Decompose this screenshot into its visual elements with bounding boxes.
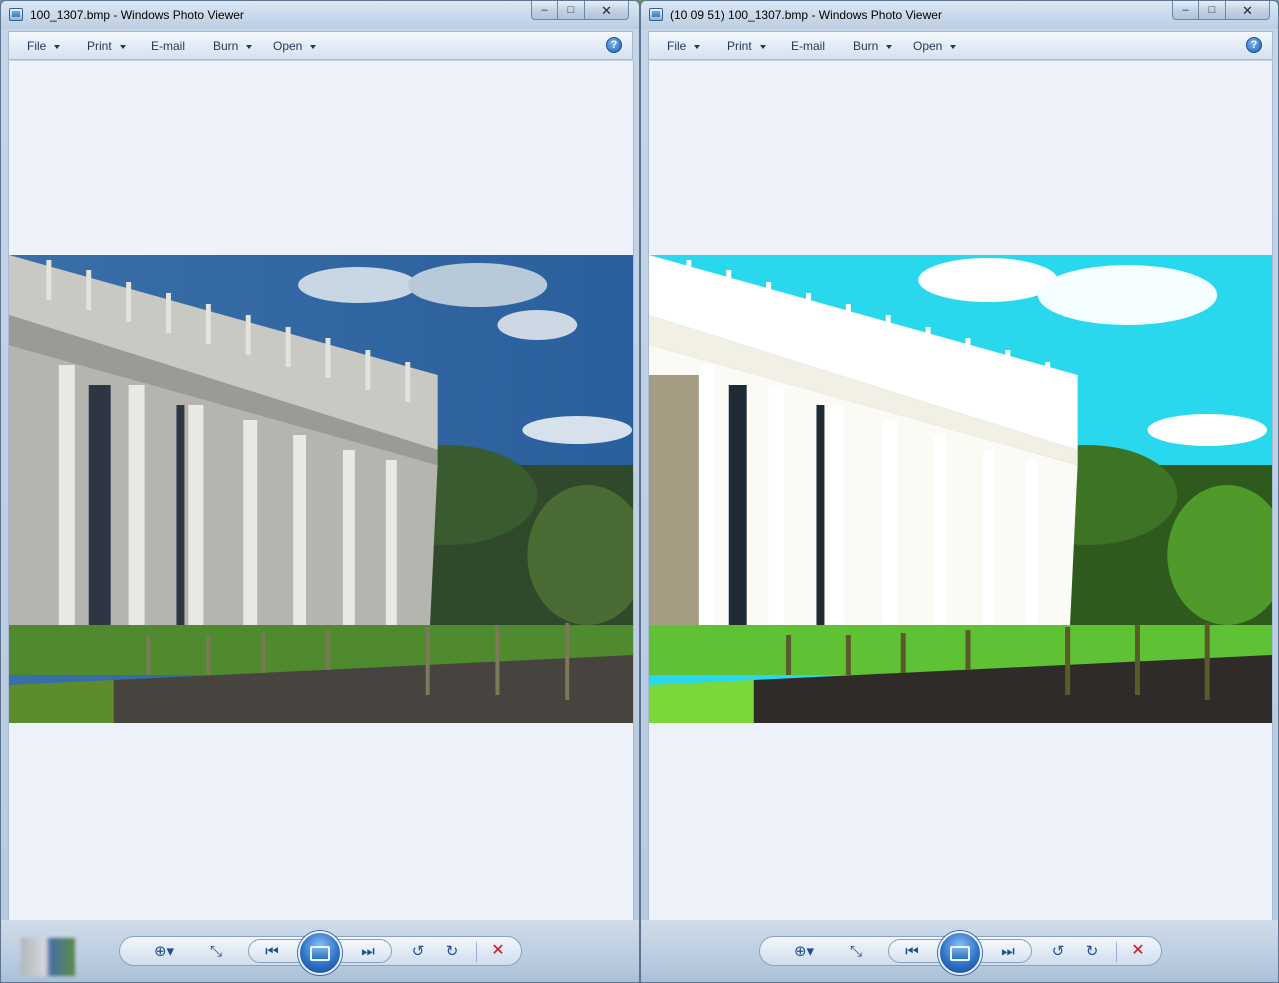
minimize-button[interactable]: – [1172, 1, 1199, 20]
image-viewport[interactable] [648, 61, 1273, 920]
title-bar[interactable]: (10 09 51) 100_1307.bmp - Windows Photo … [641, 1, 1278, 29]
menu-file-label: File [27, 39, 47, 53]
menu-burn-label: Burn [853, 39, 879, 53]
menu-bar: File Print E-mail Burn Open ? [8, 31, 633, 60]
menu-open[interactable]: Open [273, 39, 317, 53]
photo-viewer-window-left: 100_1307.bmp - Windows Photo Viewer – □ … [0, 0, 640, 983]
menu-file[interactable]: File [27, 39, 61, 53]
displayed-photo [649, 255, 1272, 723]
rotate-counterclockwise-icon[interactable]: ↺ [1046, 939, 1070, 963]
file-thumbnail [21, 938, 75, 976]
building-photo-icon [649, 255, 1272, 723]
slideshow-icon [310, 945, 330, 961]
caption-buttons: – □ ✕ [531, 1, 629, 20]
playback-controls: ⊕▾ ⤡ ⏮ ⏭ ↺ ↻ ✕ [759, 931, 1162, 975]
close-button[interactable]: ✕ [585, 1, 629, 20]
title-bar[interactable]: 100_1307.bmp - Windows Photo Viewer – □ … [1, 1, 639, 29]
bottom-toolbar: ⊕▾ ⤡ ⏮ ⏭ ↺ ↻ ✕ [641, 920, 1278, 982]
menu-email[interactable]: E-mail [151, 39, 185, 53]
menu-print[interactable]: Print [727, 39, 766, 53]
menu-bar: File Print E-mail Burn Open ? [648, 31, 1273, 60]
caption-buttons: – □ ✕ [1172, 1, 1270, 20]
rotate-clockwise-icon[interactable]: ↻ [440, 939, 464, 963]
zoom-icon[interactable]: ⊕▾ [146, 939, 182, 963]
menu-email-label: E-mail [151, 39, 186, 53]
slideshow-icon [950, 945, 970, 961]
dropdown-arrow-icon [310, 44, 317, 49]
dropdown-arrow-icon [694, 44, 701, 49]
menu-open-label: Open [913, 39, 943, 53]
photo-viewer-app-icon [9, 8, 23, 21]
slideshow-button[interactable] [938, 931, 982, 975]
toolbar-separator [476, 942, 477, 962]
actual-size-icon[interactable]: ⤡ [204, 939, 228, 963]
previous-icon[interactable]: ⏮ [260, 939, 284, 963]
menu-burn[interactable]: Burn [853, 39, 893, 53]
rotate-counterclockwise-icon[interactable]: ↺ [406, 939, 430, 963]
slideshow-button[interactable] [298, 931, 342, 975]
menu-open-label: Open [273, 39, 303, 53]
zoom-icon[interactable]: ⊕▾ [786, 939, 822, 963]
window-title: (10 09 51) 100_1307.bmp - Windows Photo … [670, 8, 942, 22]
menu-file[interactable]: File [667, 39, 701, 53]
photo-viewer-app-icon [649, 8, 663, 21]
menu-file-label: File [667, 39, 687, 53]
rotate-clockwise-icon[interactable]: ↻ [1080, 939, 1104, 963]
photo-viewer-window-right: (10 09 51) 100_1307.bmp - Windows Photo … [640, 0, 1279, 983]
actual-size-icon[interactable]: ⤡ [844, 939, 868, 963]
menu-print-label: Print [87, 39, 112, 53]
image-viewport[interactable] [8, 61, 634, 920]
dropdown-arrow-icon [246, 44, 253, 49]
dropdown-arrow-icon [119, 44, 126, 49]
maximize-button[interactable]: □ [1199, 1, 1226, 20]
help-icon[interactable]: ? [1246, 37, 1262, 53]
building-photo-icon [9, 255, 633, 723]
dropdown-arrow-icon [950, 44, 957, 49]
playback-controls: ⊕▾ ⤡ ⏮ ⏭ ↺ ↻ ✕ [119, 931, 522, 975]
dropdown-arrow-icon [759, 44, 766, 49]
minimize-button[interactable]: – [531, 1, 558, 20]
menu-open[interactable]: Open [913, 39, 957, 53]
menu-print-label: Print [727, 39, 752, 53]
bottom-toolbar: ⊕▾ ⤡ ⏮ ⏭ ↺ ↻ ✕ [1, 920, 639, 982]
toolbar-separator [1116, 942, 1117, 962]
next-icon[interactable]: ⏭ [996, 939, 1020, 963]
dropdown-arrow-icon [886, 44, 893, 49]
maximize-button[interactable]: □ [558, 1, 585, 20]
displayed-photo [9, 255, 633, 723]
menu-burn-label: Burn [213, 39, 239, 53]
menu-burn[interactable]: Burn [213, 39, 253, 53]
menu-print[interactable]: Print [87, 39, 126, 53]
help-icon[interactable]: ? [606, 37, 622, 53]
dropdown-arrow-icon [54, 44, 61, 49]
menu-email[interactable]: E-mail [791, 39, 825, 53]
menu-email-label: E-mail [791, 39, 826, 53]
next-icon[interactable]: ⏭ [356, 939, 380, 963]
previous-icon[interactable]: ⏮ [900, 939, 924, 963]
close-button[interactable]: ✕ [1226, 1, 1270, 20]
delete-icon[interactable]: ✕ [1126, 939, 1150, 963]
window-title: 100_1307.bmp - Windows Photo Viewer [30, 8, 244, 22]
delete-icon[interactable]: ✕ [486, 939, 510, 963]
